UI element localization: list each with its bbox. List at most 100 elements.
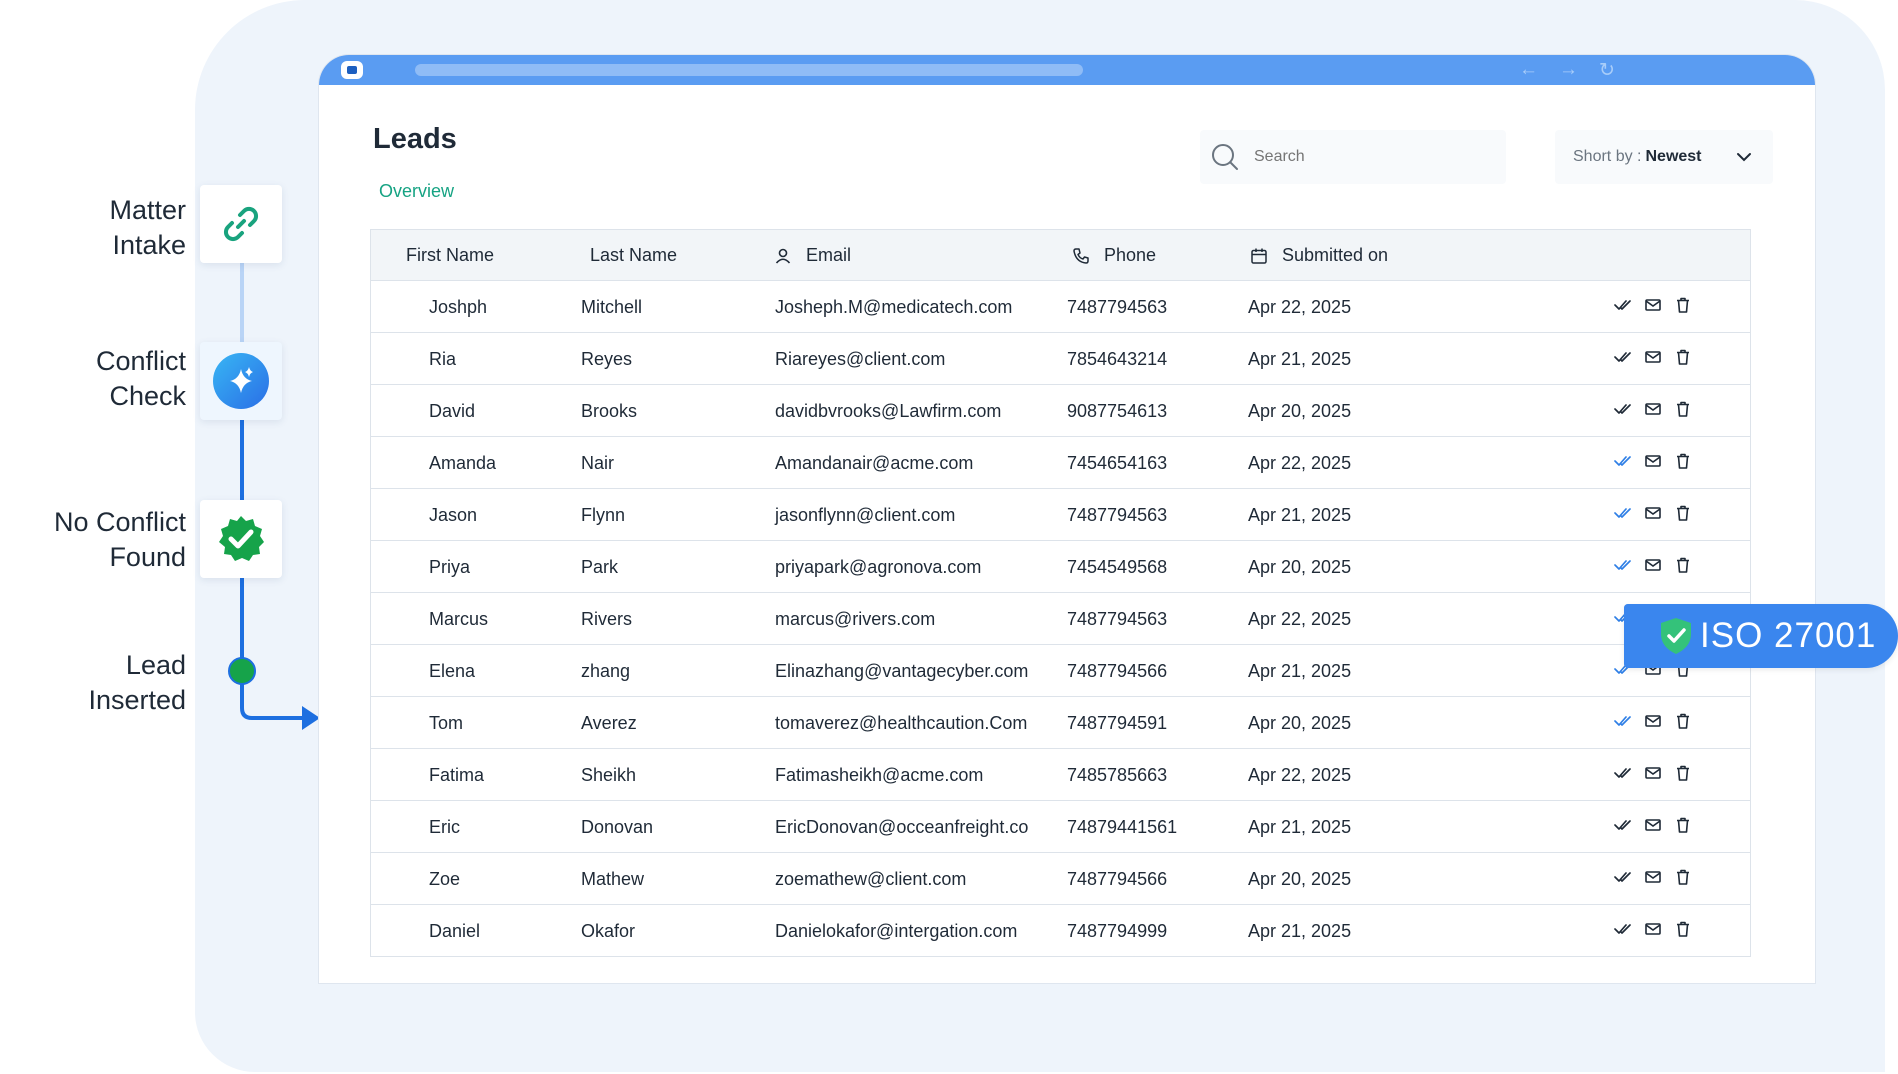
double-check-icon[interactable]	[1614, 400, 1632, 418]
shield-check-icon	[1661, 618, 1691, 654]
table-row[interactable]: Amanda Nair Amandanair@acme.com 7454654163 A…	[370, 437, 1751, 489]
header-submitted-label: Submitted on	[1282, 245, 1389, 265]
cell-email[interactable]: zoemathew@client.com	[775, 869, 966, 890]
table-row[interactable]: Marcus Rivers marcus@rivers.com 7487794563 A…	[370, 593, 1751, 645]
trash-icon[interactable]	[1674, 868, 1692, 886]
step-label-matter-intake: Matter Intake	[109, 195, 186, 260]
cell-email[interactable]: Riareyes@client.com	[775, 349, 945, 370]
cell-submitted-on: Apr 20, 2025	[1248, 869, 1352, 889]
row-actions	[1614, 452, 1704, 470]
double-check-icon[interactable]	[1614, 296, 1632, 314]
table-row[interactable]: Elena zhang Elinazhang@vantagecyber.com 748…	[370, 645, 1751, 697]
cell-first-name: Daniel	[429, 921, 481, 941]
search-box[interactable]	[1200, 130, 1506, 184]
table-row[interactable]: David Brooks davidbvrooks@Lawfirm.com 90877…	[370, 385, 1751, 437]
double-check-icon[interactable]	[1614, 712, 1632, 730]
search-input[interactable]	[1254, 148, 1474, 166]
cell-submitted-on: Apr 20, 2025	[1248, 713, 1352, 733]
connector-line	[240, 578, 244, 668]
header-first-name[interactable]: First Name	[406, 245, 494, 266]
search-icon	[1212, 144, 1238, 170]
table-row[interactable]: Zoe Mathew zoemathew@client.com 7487794566 A…	[370, 853, 1751, 905]
cell-email[interactable]: EricDonovan@occeanfreight.co	[775, 817, 1028, 838]
trash-icon[interactable]	[1674, 816, 1692, 834]
sort-dropdown[interactable]: Short by : Newest	[1555, 130, 1773, 184]
step-label-lead-inserted: Lead Inserted	[88, 650, 186, 715]
forward-arrow-icon[interactable]: →	[1559, 59, 1578, 81]
mail-icon[interactable]	[1644, 504, 1662, 522]
trash-icon[interactable]	[1674, 348, 1692, 366]
table-row[interactable]: Eric Donovan EricDonovan@occeanfreight.co 7…	[370, 801, 1751, 853]
header-phone-label: Phone	[1104, 245, 1157, 265]
header-phone[interactable]: Phone	[1072, 245, 1156, 266]
header-email-label: Email	[806, 245, 852, 265]
table-row[interactable]: Joshph Mitchell Josheph.M@medicatech.com 74…	[370, 281, 1751, 333]
trash-icon[interactable]	[1674, 400, 1692, 418]
double-check-icon[interactable]	[1614, 452, 1632, 470]
cell-last-name: Sheikh	[581, 765, 637, 785]
double-check-icon[interactable]	[1614, 764, 1632, 782]
trash-icon[interactable]	[1674, 504, 1692, 522]
sort-value: Newest	[1645, 148, 1702, 165]
mail-icon[interactable]	[1644, 816, 1662, 834]
cell-email[interactable]: Amandanair@acme.com	[775, 453, 973, 474]
matter-intake-card	[200, 185, 282, 263]
reload-icon[interactable]: ↻	[1599, 59, 1615, 82]
mail-icon[interactable]	[1644, 764, 1662, 782]
mail-icon[interactable]	[1644, 400, 1662, 418]
trash-icon[interactable]	[1674, 920, 1692, 938]
row-actions	[1614, 348, 1704, 366]
cell-email[interactable]: Fatimasheikh@acme.com	[775, 765, 983, 786]
mail-icon[interactable]	[1644, 348, 1662, 366]
cell-email[interactable]: priyapark@agronova.com	[775, 557, 981, 578]
double-check-icon[interactable]	[1614, 348, 1632, 366]
row-actions	[1614, 296, 1704, 314]
cell-last-name: Brooks	[581, 401, 638, 421]
cell-email[interactable]: Danielokafor@intergation.com	[775, 921, 1017, 942]
table-row[interactable]: Tom Averez tomaverez@healthcaution.Com 7487…	[370, 697, 1751, 749]
header-last-name[interactable]: Last Name	[590, 245, 677, 266]
cell-email[interactable]: Elinazhang@vantagecyber.com	[775, 661, 1028, 682]
row-actions	[1614, 764, 1704, 782]
cell-last-name: Donovan	[581, 817, 654, 837]
mail-icon[interactable]	[1644, 868, 1662, 886]
table-row[interactable]: Priya Park priyapark@agronova.com 745454956…	[370, 541, 1751, 593]
cell-email[interactable]: jasonflynn@client.com	[775, 505, 955, 526]
cell-submitted-on: Apr 21, 2025	[1248, 817, 1352, 837]
trash-icon[interactable]	[1674, 556, 1692, 574]
double-check-icon[interactable]	[1614, 868, 1632, 886]
table-row[interactable]: Ria Reyes Riareyes@client.com 7854643214 Apr…	[370, 333, 1751, 385]
trash-icon[interactable]	[1674, 452, 1692, 470]
header-submitted-on[interactable]: Submitted on	[1250, 245, 1388, 266]
double-check-icon[interactable]	[1614, 816, 1632, 834]
mail-icon[interactable]	[1644, 452, 1662, 470]
mail-icon[interactable]	[1644, 296, 1662, 314]
table-row[interactable]: Fatima Sheikh Fatimasheikh@acme.com 7485785…	[370, 749, 1751, 801]
double-check-icon[interactable]	[1614, 920, 1632, 938]
overview-link[interactable]: Overview	[379, 181, 454, 202]
cell-first-name: Marcus	[429, 609, 489, 629]
double-check-icon[interactable]	[1614, 556, 1632, 574]
cell-last-name: Mathew	[581, 869, 645, 889]
trash-icon[interactable]	[1674, 296, 1692, 314]
cell-first-name: Eric	[429, 817, 460, 837]
mail-icon[interactable]	[1644, 712, 1662, 730]
cell-phone: 74879441561	[1067, 817, 1178, 837]
back-arrow-icon[interactable]: ←	[1519, 59, 1538, 81]
header-email[interactable]: Email	[774, 245, 851, 266]
cell-email[interactable]: Josheph.M@medicatech.com	[775, 297, 1012, 318]
trash-icon[interactable]	[1674, 764, 1692, 782]
cell-email[interactable]: tomaverez@healthcaution.Com	[775, 713, 1027, 734]
mail-icon[interactable]	[1644, 920, 1662, 938]
cell-email[interactable]: marcus@rivers.com	[775, 609, 935, 630]
address-bar[interactable]	[415, 64, 1083, 76]
cell-email[interactable]: davidbvrooks@Lawfirm.com	[775, 401, 1001, 422]
mail-icon[interactable]	[1644, 556, 1662, 574]
cell-phone: 7485785663	[1067, 765, 1168, 785]
table-row[interactable]: Jason Flynn jasonflynn@client.com 748779456…	[370, 489, 1751, 541]
trash-icon[interactable]	[1674, 712, 1692, 730]
table-row[interactable]: Daniel Okafor Danielokafor@intergation.com…	[370, 905, 1751, 957]
double-check-icon[interactable]	[1614, 504, 1632, 522]
no-conflict-card	[200, 500, 282, 578]
chevron-down-icon[interactable]	[1735, 148, 1753, 166]
